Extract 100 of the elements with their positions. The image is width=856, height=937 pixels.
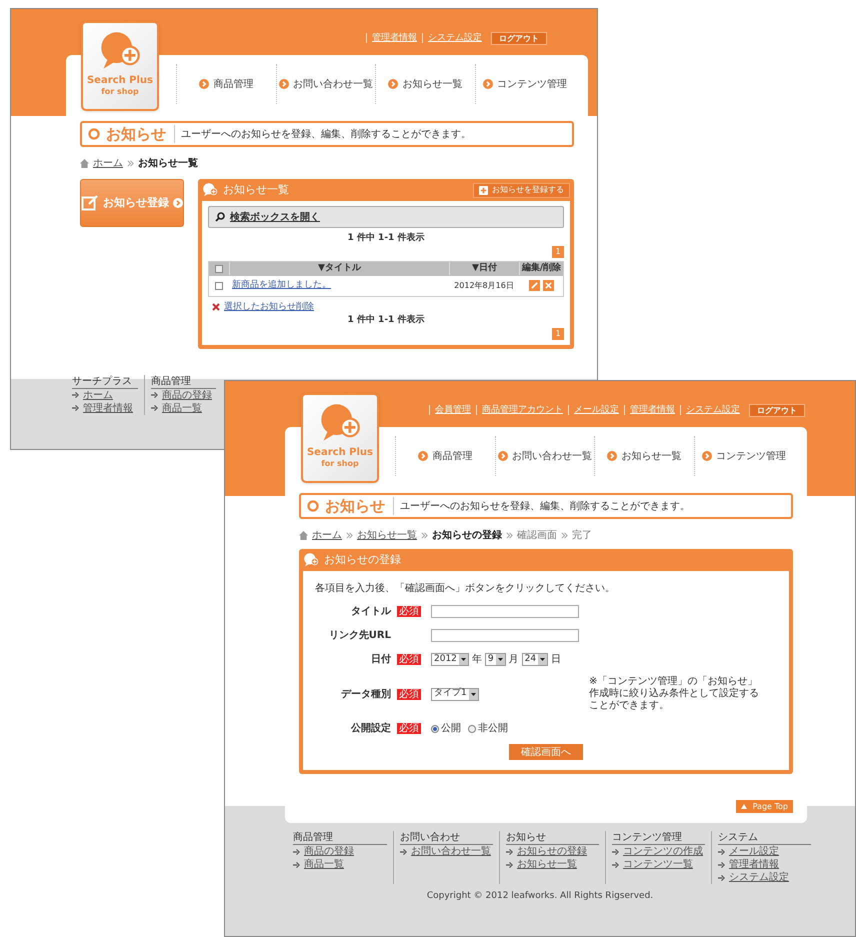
dropdown[interactable]: 9: [484, 653, 506, 666]
arrow-circle-icon: [607, 451, 618, 461]
radio-label: 公開: [441, 722, 461, 736]
date-unit: 月: [508, 653, 519, 667]
page-description: ユーザーへのお知らせを登録、編集、削除することができます。: [181, 128, 471, 142]
footer-link[interactable]: システム設定: [718, 871, 811, 884]
footer-heading: お知らせ: [506, 831, 599, 845]
nav-tab[interactable]: お問い合わせ一覧: [494, 436, 594, 476]
arrow-icon: [718, 862, 725, 868]
footer-link[interactable]: お知らせの登録: [506, 845, 599, 858]
notice-title-link[interactable]: 新商品を追加しました。: [229, 278, 449, 292]
edit-note-icon: [81, 194, 99, 212]
radio-label: 非公開: [478, 722, 508, 736]
footer-link[interactable]: お知らせ一覧: [506, 858, 599, 871]
logo-subtitle: for shop: [101, 87, 139, 97]
radio-option[interactable]: 非公開: [468, 721, 508, 736]
ring-icon: [307, 500, 319, 512]
separator-icon: [127, 160, 134, 166]
separator-icon: [506, 532, 513, 538]
required-badge: 必須: [397, 688, 421, 700]
radio-button[interactable]: [468, 724, 476, 732]
field-label: タイトル: [350, 605, 391, 619]
logout-button[interactable]: ログアウト: [491, 32, 547, 44]
footer-link[interactable]: 商品の登録: [151, 388, 216, 402]
nav-tab[interactable]: お知らせ一覧: [375, 64, 474, 104]
logo-subtitle: for shop: [321, 459, 359, 469]
field-label: 公開設定: [350, 721, 391, 736]
separator-icon: [561, 532, 568, 538]
column-header[interactable]: 編集/削除: [519, 262, 563, 276]
panel-title: お知らせ一覧: [223, 182, 289, 198]
footer-heading: お問い合わせ: [400, 831, 493, 845]
footer-link[interactable]: 商品一覧: [151, 402, 216, 414]
arrow-icon: [72, 405, 79, 411]
column-header[interactable]: ▼日付: [449, 262, 519, 276]
arrow-icon: [400, 848, 407, 854]
nav-tab[interactable]: お問い合わせ一覧: [276, 64, 375, 104]
home-icon: [299, 530, 308, 540]
checkbox[interactable]: [215, 282, 223, 290]
home-icon: [80, 158, 89, 168]
footer-link[interactable]: 管理者情報: [72, 402, 138, 414]
field-note: ※「コンテンツ管理」の「お知らせ」作成時に絞り込み条件として設定することができます。: [589, 676, 759, 712]
logo-title: Search Plus: [86, 75, 154, 87]
radio-option[interactable]: 公開: [431, 721, 461, 736]
breadcrumb-item: 確認画面: [517, 528, 557, 542]
checkbox[interactable]: [215, 264, 223, 272]
separator-icon: [346, 532, 353, 538]
edit-button[interactable]: [528, 280, 540, 291]
arrow-icon: [506, 848, 513, 854]
field-label: 日付: [370, 652, 391, 667]
delete-button[interactable]: [542, 280, 554, 291]
footer-link[interactable]: メール設定: [718, 845, 811, 858]
arrow-icon: [151, 392, 158, 398]
nav-tab[interactable]: コンテンツ管理: [694, 436, 793, 476]
confirm-button[interactable]: 確認画面へ: [509, 744, 583, 760]
dropdown[interactable]: 24: [522, 653, 548, 666]
footer-link[interactable]: 管理者情報: [718, 858, 811, 871]
radio-button[interactable]: [431, 724, 439, 732]
column-header[interactable]: ▼タイトル: [229, 262, 449, 276]
text-input[interactable]: [431, 605, 579, 618]
table-cell-text: 2012年8月16日: [453, 280, 515, 292]
arrow-icon: [293, 862, 300, 868]
date-unit: 日: [551, 653, 562, 667]
nav-tab[interactable]: お知らせ一覧: [594, 436, 694, 476]
arrow-icon: [72, 392, 79, 398]
nav-tab[interactable]: 商品管理: [395, 436, 494, 476]
footer-heading: システム: [718, 831, 811, 845]
arrow-circle-icon: [199, 79, 210, 89]
search-icon: [215, 212, 225, 222]
page-title: お知らせ: [106, 125, 175, 143]
footer-heading: サーチプラス: [72, 374, 138, 388]
text-input[interactable]: [431, 629, 579, 642]
speech-bubble-plus-icon: [202, 182, 218, 198]
dropdown[interactable]: 2012: [431, 653, 469, 666]
result-count: 1 件中 1-1 件表示: [348, 232, 424, 245]
breadcrumb-item[interactable]: お知らせ一覧: [357, 528, 417, 542]
breadcrumb-item[interactable]: ホーム: [93, 156, 123, 170]
footer-link[interactable]: 商品の登録: [293, 845, 387, 858]
arrow-circle-icon: [278, 79, 289, 89]
arrow-icon: [612, 862, 619, 868]
footer-link[interactable]: お問い合わせ一覧: [400, 845, 493, 858]
breadcrumb-item[interactable]: ホーム: [312, 528, 342, 542]
footer-link[interactable]: コンテンツ一覧: [612, 858, 705, 871]
logout-button[interactable]: ログアウト: [749, 404, 805, 416]
add-notice-button[interactable]: お知らせを登録する: [473, 182, 570, 198]
nav-tab[interactable]: 商品管理: [176, 64, 276, 104]
instruction-text: 各項目を入力後、「確認画面へ」ボタンをクリックしてください。: [315, 582, 616, 596]
footer-link[interactable]: コンテンツの作成: [612, 845, 705, 858]
footer-link[interactable]: 商品一覧: [293, 858, 387, 871]
arrow-circle-icon: [702, 451, 712, 461]
arrow-circle-icon: [482, 79, 493, 89]
footer-link[interactable]: ホーム: [72, 388, 138, 402]
arrow-icon: [506, 862, 513, 868]
dropdown[interactable]: タイプ1: [431, 688, 479, 700]
ring-icon: [88, 128, 100, 140]
delete-selected-link[interactable]: 選択したお知らせ削除: [224, 300, 314, 314]
arrow-icon: [718, 874, 725, 880]
arrow-icon: [612, 848, 619, 854]
search-toggle[interactable]: 検索ボックスを開く: [208, 206, 564, 228]
plus-icon: [479, 186, 488, 194]
nav-tab[interactable]: コンテンツ管理: [474, 64, 574, 104]
